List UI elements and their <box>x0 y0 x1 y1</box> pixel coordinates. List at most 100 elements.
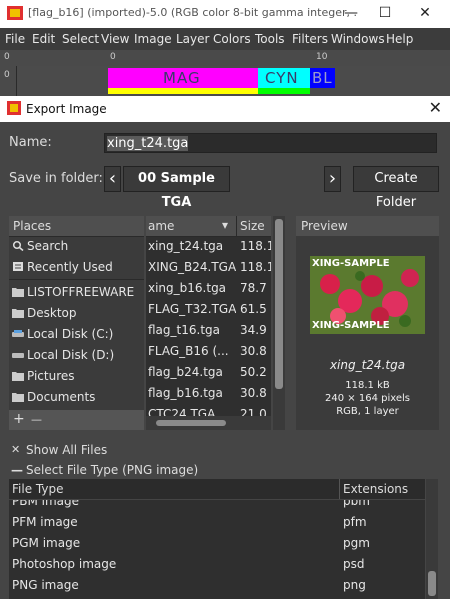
place-local-disk-c[interactable]: Local Disk (C:) <box>9 324 144 345</box>
menu-edit[interactable]: Edit <box>32 32 55 46</box>
file-type-name: Photoshop image <box>12 557 117 571</box>
file-name: XING_B24.TGA <box>148 260 236 274</box>
file-type-scrollbar[interactable] <box>426 479 438 599</box>
create-folder-button[interactable]: Create Folder <box>353 166 439 210</box>
places-separator <box>9 279 144 280</box>
preview-thumbnail: XING-SAMPLE XING-SAMPLE <box>310 256 425 334</box>
file-row[interactable]: XING_B24.TGA 118.1 <box>146 257 271 278</box>
sort-arrow-icon: ▾ <box>222 218 229 232</box>
folder-icon <box>12 393 24 402</box>
save-folder-label: Save in folder: <box>9 171 103 186</box>
preview-dimensions: 240 × 164 pixels <box>325 393 410 404</box>
export-dialog: Export Image ✕ Name: xing_t24.tga Save i… <box>0 96 450 599</box>
menu-view[interactable]: View <box>101 32 129 46</box>
file-name: FLAG_T32.TGA <box>148 302 236 316</box>
places-header: Places <box>9 216 144 237</box>
preview-filename: xing_t24.tga <box>329 358 406 372</box>
gimp-app-icon <box>7 101 21 115</box>
folder-path-button[interactable]: 00 Sample TGA <box>123 166 230 210</box>
file-row[interactable]: flag_b24.tga 50.2 <box>146 362 271 383</box>
menu-image[interactable]: Image <box>134 32 172 46</box>
file-name: flag_t16.tga <box>148 323 220 337</box>
place-label: Search <box>27 239 69 253</box>
hscroll-thumb[interactable] <box>156 420 226 426</box>
menu-filters[interactable]: Filters <box>292 32 328 46</box>
folder-forward-button[interactable]: › <box>324 166 341 192</box>
file-row[interactable]: FLAG_B16 (... 30.8 <box>146 341 271 362</box>
folder-back-button[interactable]: ‹ <box>104 166 121 192</box>
preview-panel: Preview XING-SAMPLE XING-SAMPLE xing_t24… <box>296 216 439 430</box>
place-search[interactable]: Search <box>9 236 144 257</box>
filename-input[interactable]: xing_t24.tga <box>104 133 437 153</box>
folder-icon <box>12 288 24 297</box>
preview-mode: RGB, 1 layer <box>336 406 399 417</box>
file-type-list: File Type Extensions PBM imagepbm PFM im… <box>9 479 425 599</box>
file-row[interactable]: flag_b16.tga 30.8 <box>146 383 271 404</box>
place-label: Local Disk (D:) <box>27 348 115 362</box>
file-size: 34.9 <box>240 323 267 337</box>
file-type-row[interactable]: PFM image pfm <box>9 512 425 533</box>
green-bar <box>258 88 310 94</box>
file-row[interactable]: FLAG_T32.TGA 61.5 <box>146 299 271 320</box>
file-name: xing_t24.tga <box>148 239 224 253</box>
scroll-thumb[interactable] <box>428 571 436 596</box>
file-type-ext: pfm <box>343 515 367 529</box>
place-listoffreeware[interactable]: LISTOFFREEWARE <box>9 282 144 303</box>
file-row[interactable]: xing_b16.tga 78.7 <box>146 278 271 299</box>
show-all-files-checkbox[interactable]: Show All Files <box>26 443 107 457</box>
place-pictures[interactable]: Pictures <box>9 366 144 387</box>
close-window-button[interactable]: ✕ <box>407 2 443 24</box>
folder-icon <box>12 309 24 318</box>
window-title: [flag_b16] (imported)-5.0 (RGB color 8-b… <box>28 6 358 19</box>
vruler-zero-label: 0 <box>4 70 10 80</box>
blu-label: BL <box>312 69 333 87</box>
select-file-type-expander[interactable]: Select File Type (PNG image) <box>26 463 198 477</box>
select-file-type-expander-icon[interactable]: — <box>11 463 23 477</box>
menu-layer[interactable]: Layer <box>176 32 209 46</box>
file-type-row[interactable]: Photoshop image psd <box>9 554 425 575</box>
file-name: flag_b16.tga <box>148 386 223 400</box>
ruler-ten-label: 10 <box>316 52 328 62</box>
ruler-mark-label: 0 <box>110 52 116 62</box>
file-type-ext: psd <box>343 557 365 571</box>
remove-place-button[interactable]: — <box>31 413 42 426</box>
file-list-scrollbar[interactable] <box>273 216 285 430</box>
file-name: flag_b24.tga <box>148 365 223 379</box>
file-row[interactable]: xing_t24.tga 118.1 <box>146 236 271 257</box>
menu-select[interactable]: Select <box>62 32 99 46</box>
menu-help[interactable]: Help <box>386 32 413 46</box>
place-documents[interactable]: Documents <box>9 387 144 408</box>
yellow-bar <box>108 88 258 94</box>
add-place-button[interactable]: + <box>13 411 25 427</box>
places-footer: + — <box>9 410 144 430</box>
place-recently-used[interactable]: Recently Used <box>9 257 144 278</box>
filename-value: xing_t24.tga <box>107 136 189 151</box>
scroll-thumb[interactable] <box>275 219 283 389</box>
file-row[interactable]: flag_t16.tga 34.9 <box>146 320 271 341</box>
dialog-close-button[interactable]: ✕ <box>429 98 442 117</box>
column-size-header[interactable]: Size <box>240 219 265 233</box>
menu-tools[interactable]: Tools <box>255 32 285 46</box>
place-local-disk-d[interactable]: Local Disk (D:) <box>9 345 144 366</box>
place-label: LISTOFFREEWARE <box>27 285 135 299</box>
minimize-button[interactable]: — <box>333 2 369 24</box>
file-type-name: PGM image <box>12 536 81 550</box>
menu-windows[interactable]: Windows <box>331 32 385 46</box>
maximize-button[interactable]: ☐ <box>367 2 403 24</box>
file-list-hscroll[interactable] <box>146 416 271 430</box>
place-desktop[interactable]: Desktop <box>9 303 144 324</box>
place-label: Recently Used <box>27 260 113 274</box>
menu-colors[interactable]: Colors <box>213 32 251 46</box>
place-label: Documents <box>27 390 96 404</box>
file-size: 30.8 <box>240 386 267 400</box>
file-size: 118.1 <box>240 260 271 274</box>
file-type-row[interactable]: PGM image pgm <box>9 533 425 554</box>
show-all-files-expander-icon[interactable]: ✕ <box>11 443 20 456</box>
column-name-header[interactable]: ame <box>148 219 174 233</box>
file-type-row[interactable]: PNG image png <box>9 575 425 596</box>
column-divider <box>339 479 340 499</box>
file-type-column-header-label: File Type <box>12 482 64 496</box>
menu-file[interactable]: File <box>5 32 25 46</box>
file-size: 30.8 <box>240 344 267 358</box>
file-type-name: PNG image <box>12 578 79 592</box>
